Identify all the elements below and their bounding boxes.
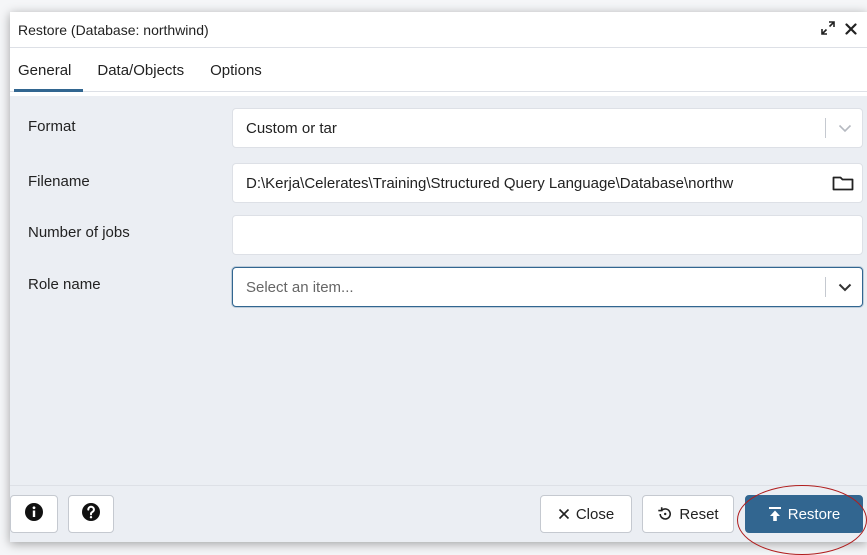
tab-data-objects-label: Data/Objects [97,62,185,79]
tab-data-objects[interactable]: Data/Objects [97,62,196,91]
select-separator [825,277,826,297]
filename-value: D:\Kerja\Celerates\Training\Structured Q… [246,174,734,192]
jobs-label: Number of jobs [28,224,130,241]
filename-input[interactable]: D:\Kerja\Celerates\Training\Structured Q… [232,163,863,203]
reset-button[interactable]: Reset [642,495,734,533]
format-value: Custom or tar [246,119,337,137]
jobs-row: Number of jobs [10,215,867,255]
format-select[interactable]: Custom or tar [232,108,863,148]
close-button-label: Close [575,505,615,523]
select-separator [825,118,826,138]
tab-general[interactable]: General [14,62,84,92]
role-row: Role name Select an item... [10,267,867,307]
dialog-titlebar[interactable]: Restore (Database: northwind) [10,12,867,48]
format-label: Format [28,118,76,135]
restore-dialog: Restore (Database: northwind) General Da… [10,12,867,542]
format-row: Format Custom or tar [10,108,867,148]
info-icon [24,502,44,526]
expand-icon[interactable] [821,21,835,38]
reset-icon [657,506,673,522]
dialog-title: Restore (Database: northwind) [18,21,209,38]
tab-bar: General Data/Objects Options [10,48,867,92]
help-icon [81,502,101,526]
jobs-input[interactable] [232,215,863,255]
help-button[interactable] [68,495,114,533]
restore-button-label: Restore [787,505,841,523]
filename-label: Filename [28,173,90,190]
tab-general-label: General [18,62,72,79]
chevron-down-icon[interactable] [834,283,856,292]
close-button[interactable]: Close [540,495,632,533]
role-label: Role name [28,276,101,293]
tab-options[interactable]: Options [210,62,274,91]
role-placeholder: Select an item... [246,278,354,296]
folder-icon[interactable] [832,174,854,192]
info-button[interactable] [10,495,58,533]
chevron-down-icon[interactable] [834,124,856,133]
reset-button-label: Reset [679,505,719,523]
general-form: Format Custom or tar Filename D:\Kerja\C… [10,96,867,486]
close-icon [558,508,570,520]
role-select[interactable]: Select an item... [232,267,863,307]
dialog-footer: Close Reset Restore [10,485,867,542]
filename-row: Filename D:\Kerja\Celerates\Training\Str… [10,163,867,203]
tab-options-label: Options [210,62,262,79]
close-icon[interactable] [845,22,857,38]
restore-button[interactable]: Restore [745,495,863,533]
restore-icon [768,506,782,522]
